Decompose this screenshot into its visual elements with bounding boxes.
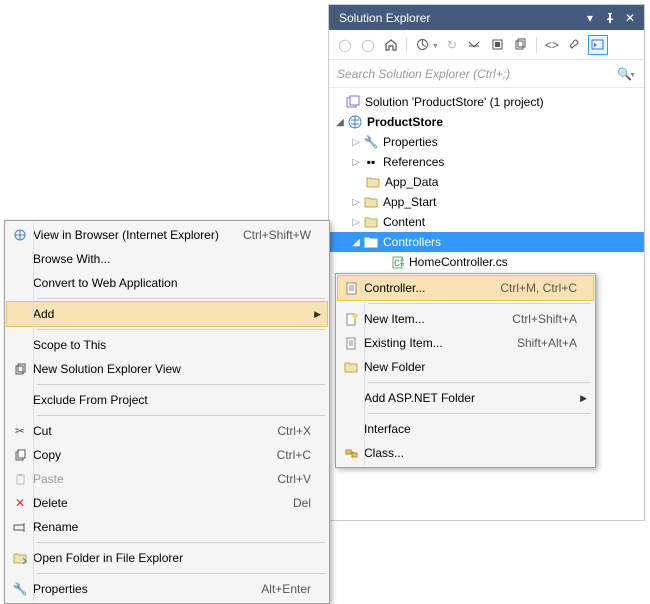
class-icon xyxy=(338,447,364,460)
add-submenu: Controller...Ctrl+M, Ctrl+C New Item...C… xyxy=(335,273,596,468)
menu-new-item[interactable]: New Item...Ctrl+Shift+A xyxy=(338,307,593,331)
close-icon[interactable]: ✕ xyxy=(620,8,640,28)
copy-view-icon[interactable] xyxy=(511,35,531,55)
preview-icon[interactable] xyxy=(588,35,608,55)
menu-add[interactable]: Add▶ xyxy=(7,302,327,326)
folder-icon xyxy=(363,194,379,210)
menu-properties[interactable]: 🔧PropertiesAlt+Enter xyxy=(7,577,327,601)
new-item-icon xyxy=(338,313,364,326)
search-placeholder: Search Solution Explorer (Ctrl+;) xyxy=(337,67,617,81)
menu-existing-item[interactable]: Existing Item...Shift+Alt+A xyxy=(338,331,593,355)
menu-convert[interactable]: Convert to Web Application xyxy=(7,271,327,295)
menu-controller[interactable]: Controller...Ctrl+M, Ctrl+C xyxy=(338,276,593,300)
menu-open-folder[interactable]: Open Folder in File Explorer xyxy=(7,546,327,570)
properties-icon[interactable] xyxy=(565,35,585,55)
search-box[interactable]: Search Solution Explorer (Ctrl+;) 🔍▼ xyxy=(329,60,644,88)
controllers-node[interactable]: ◢Controllers xyxy=(329,232,644,252)
menu-browse-with[interactable]: Browse With... xyxy=(7,247,327,271)
solution-node[interactable]: Solution 'ProductStore' (1 project) xyxy=(329,92,644,112)
open-folder-icon xyxy=(7,552,33,564)
menu-rename[interactable]: Rename xyxy=(7,515,327,539)
properties-node[interactable]: ▷🔧Properties xyxy=(329,132,644,152)
panel-title: Solution Explorer xyxy=(339,11,580,25)
menu-interface[interactable]: Interface xyxy=(338,417,593,441)
menu-new-folder[interactable]: New Folder xyxy=(338,355,593,379)
menu-view-in-browser[interactable]: View in Browser (Internet Explorer)Ctrl+… xyxy=(7,223,327,247)
menu-delete[interactable]: ✕DeleteDel xyxy=(7,491,327,515)
solution-label: Solution 'ProductStore' (1 project) xyxy=(365,95,544,109)
context-menu: View in Browser (Internet Explorer)Ctrl+… xyxy=(4,220,330,604)
existing-item-icon xyxy=(338,337,364,350)
rename-icon xyxy=(7,521,33,534)
references-node[interactable]: ▷▪▪References xyxy=(329,152,644,172)
submenu-arrow-icon: ▶ xyxy=(309,309,321,320)
panel-header: Solution Explorer ▾ ✕ xyxy=(329,5,644,30)
wrench-icon: 🔧 xyxy=(7,582,33,596)
references-icon: ▪▪ xyxy=(363,154,379,170)
menu-copy[interactable]: CopyCtrl+C xyxy=(7,443,327,467)
new-folder-icon xyxy=(338,361,364,373)
forward-icon[interactable]: ◯ xyxy=(358,35,378,55)
controller-icon xyxy=(338,282,364,295)
project-icon xyxy=(347,114,363,130)
menu-asp-folder[interactable]: Add ASP.NET Folder▶ xyxy=(338,386,593,410)
submenu-arrow-icon: ▶ xyxy=(575,393,587,404)
folder-icon xyxy=(363,214,379,230)
toolbar: ◯ ◯ ▼ ↻ <> xyxy=(329,30,644,60)
project-label: ProductStore xyxy=(367,115,443,129)
content-node[interactable]: ▷Content xyxy=(329,212,644,232)
project-node[interactable]: ◢ProductStore xyxy=(329,112,644,132)
app-data-node[interactable]: App_Data xyxy=(329,172,644,192)
paste-icon xyxy=(7,473,33,486)
home-controller-node[interactable]: c#HomeController.cs xyxy=(329,252,644,272)
cs-file-icon: c# xyxy=(389,254,405,270)
new-view-icon xyxy=(7,363,33,376)
menu-new-view[interactable]: New Solution Explorer View xyxy=(7,357,327,381)
collapse-icon[interactable] xyxy=(465,35,485,55)
app-start-node[interactable]: ▷App_Start xyxy=(329,192,644,212)
menu-scope[interactable]: Scope to This xyxy=(7,333,327,357)
menu-paste: PasteCtrl+V xyxy=(7,467,327,491)
sync-icon[interactable] xyxy=(412,35,432,55)
solution-icon xyxy=(345,94,361,110)
menu-class[interactable]: Class... xyxy=(338,441,593,465)
menu-cut[interactable]: ✂CutCtrl+X xyxy=(7,419,327,443)
home-icon[interactable] xyxy=(381,35,401,55)
pin-icon[interactable] xyxy=(600,8,620,28)
delete-icon: ✕ xyxy=(7,496,33,510)
code-icon[interactable]: <> xyxy=(542,35,562,55)
folder-open-icon xyxy=(363,234,379,250)
back-icon[interactable]: ◯ xyxy=(335,35,355,55)
menu-exclude[interactable]: Exclude From Project xyxy=(7,388,327,412)
folder-icon xyxy=(365,174,381,190)
browser-icon xyxy=(7,228,33,242)
svg-text:c#: c# xyxy=(394,256,404,269)
refresh-icon[interactable]: ↻ xyxy=(442,35,462,55)
copy-icon xyxy=(7,449,33,462)
cut-icon: ✂ xyxy=(7,424,33,438)
dropdown-icon[interactable]: ▾ xyxy=(580,8,600,28)
show-all-icon[interactable] xyxy=(488,35,508,55)
wrench-icon: 🔧 xyxy=(363,134,379,150)
